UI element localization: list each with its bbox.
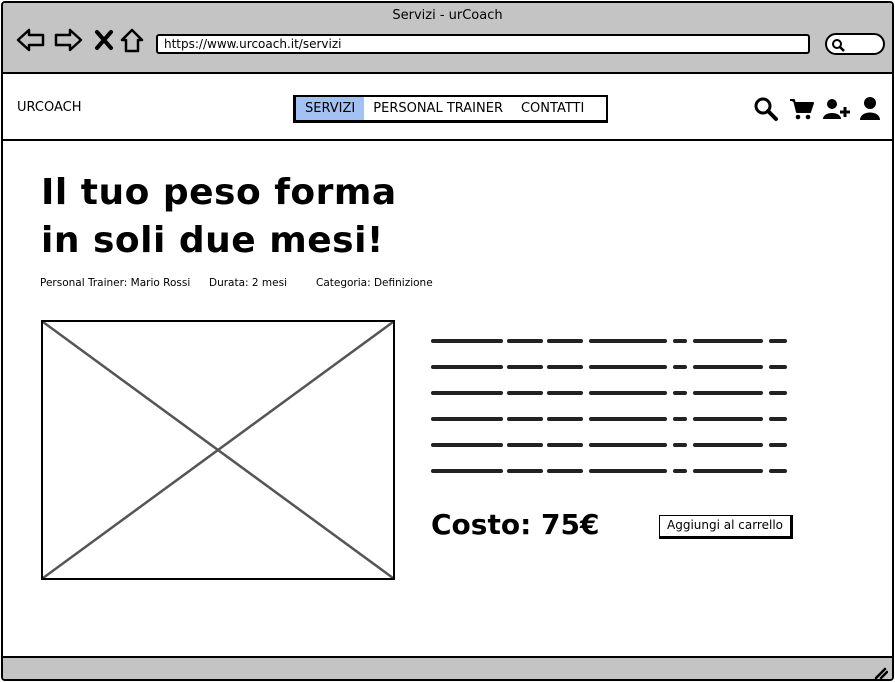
scribble-line xyxy=(431,365,787,369)
search-icon xyxy=(832,39,845,52)
scribble-line xyxy=(431,391,787,395)
menu-item-servizi[interactable]: SERVIZI xyxy=(296,97,365,120)
status-bar xyxy=(3,656,892,679)
add-to-cart-button[interactable]: Aggiungi al carrello xyxy=(659,515,793,539)
page-title: Il tuo peso forma in soli due mesi! xyxy=(41,172,397,261)
menu-item-contatti[interactable]: CONTATTI xyxy=(512,97,593,120)
browser-window: Servizi - urCoach https://www.urcoach.it… xyxy=(1,1,894,681)
add-user-icon[interactable] xyxy=(822,96,850,126)
user-icon[interactable] xyxy=(859,96,881,126)
forward-arrow-icon[interactable] xyxy=(53,25,83,55)
window-title: Servizi - urCoach xyxy=(392,8,503,23)
image-placeholder xyxy=(41,320,395,580)
brand-logo[interactable]: URCOACH xyxy=(17,100,82,115)
search-icon[interactable] xyxy=(753,96,779,126)
duration-info: Durata: 2 mesi xyxy=(209,277,288,289)
main-menu: SERVIZI PERSONAL TRAINER CONTATTI xyxy=(293,95,608,123)
back-arrow-icon[interactable] xyxy=(16,25,46,55)
cart-icon[interactable] xyxy=(789,96,815,126)
site-header: URCOACH SERVIZI PERSONAL TRAINER CONTATT… xyxy=(3,74,892,141)
scribble-line xyxy=(431,339,787,343)
menu-item-personal-trainer[interactable]: PERSONAL TRAINER xyxy=(364,97,512,120)
scribble-line xyxy=(431,443,787,447)
scribble-line xyxy=(431,469,787,473)
browser-toolbar: Servizi - urCoach https://www.urcoach.it… xyxy=(3,3,892,74)
scribble-line xyxy=(431,417,787,421)
price-label: Costo: 75€ xyxy=(431,508,600,541)
home-icon[interactable] xyxy=(117,25,147,55)
close-icon[interactable] xyxy=(89,25,119,55)
browser-search-field[interactable] xyxy=(825,33,885,55)
resize-grip-icon[interactable] xyxy=(874,664,889,679)
url-input[interactable]: https://www.urcoach.it/servizi xyxy=(156,34,810,54)
trainer-info: Personal Trainer: Mario Rossi xyxy=(40,277,191,289)
category-info: Categoria: Definizione xyxy=(316,277,433,289)
